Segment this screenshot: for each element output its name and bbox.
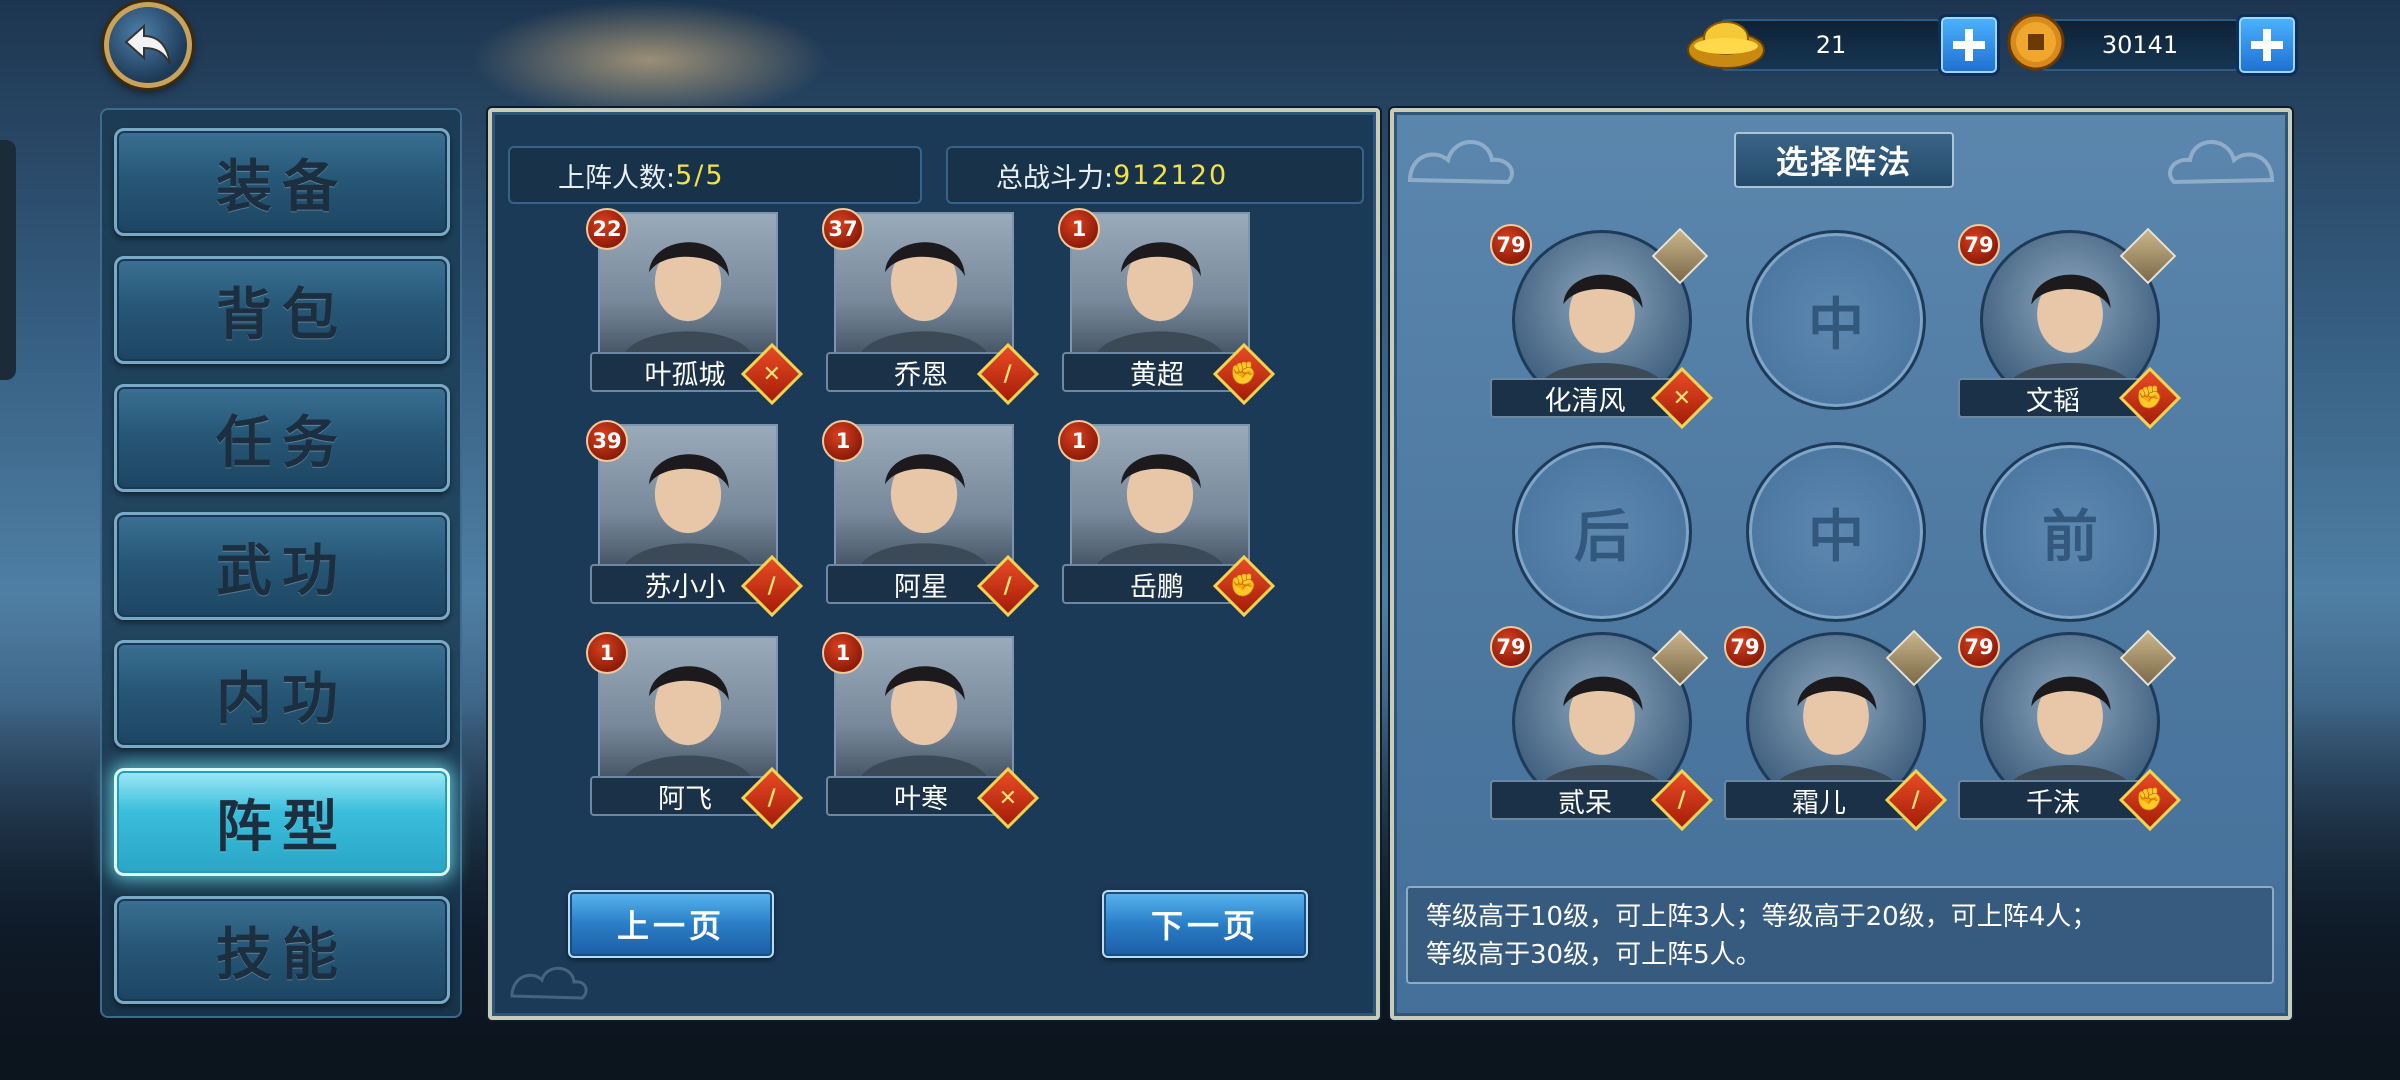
add-coin-button[interactable] (2236, 14, 2298, 76)
rule-line: 等级高于30级，可上阵5人。 (1426, 940, 1762, 970)
formation-panel: 选择阵法 中 后 中 前 79 化清风 ✕ 79 文韬 ✊ 79 贰呆/79 霜儿/79 千沫 ✊ … (1390, 108, 2292, 1020)
prev-page-button[interactable]: 上一页 (568, 890, 774, 958)
formation-hero[interactable]: 79 霜儿 / (1724, 626, 1954, 832)
hero-level-badge: 79 (1490, 224, 1532, 266)
side-menu: 装备 背包 任务 武功 内功 阵型 技能 (100, 108, 462, 1018)
team-count-label: 上阵人数: (558, 162, 676, 194)
hero-level-badge: 39 (586, 420, 628, 462)
formation-slot-empty[interactable]: 前 (1980, 442, 2160, 622)
rule-line: 等级高于10级，可上阵3人；等级高于20级，可上阵4人； (1426, 902, 2098, 932)
plus-icon (2251, 29, 2283, 61)
background-light (470, 0, 830, 120)
side-pull-tab[interactable] (0, 140, 16, 380)
team-count-box: 上阵人数: 5/5 (508, 146, 922, 204)
currency-bar: 21 30141 (1687, 13, 2298, 76)
menu-equipment[interactable]: 装备 (114, 128, 450, 236)
hero-level-badge: 1 (822, 420, 864, 462)
formation-rules: 等级高于10级，可上阵3人；等级高于20级，可上阵4人； 等级高于30级，可上阵… (1406, 886, 2274, 984)
formation-hero[interactable]: 79 化清风 ✕ (1490, 224, 1720, 430)
menu-inner-power[interactable]: 内功 (114, 640, 450, 748)
cloud-ornament-icon (510, 966, 588, 1000)
hero-level-badge: 79 (1958, 626, 2000, 668)
total-power-value: 912120 (1113, 159, 1229, 191)
hero-level-badge: 1 (822, 632, 864, 674)
formation-slot-empty[interactable]: 中 (1746, 230, 1926, 410)
hero-level-badge: 1 (1058, 208, 1100, 250)
roster-hero-card[interactable]: 37 乔恩 / (822, 208, 1040, 406)
gold-ingot-icon (1687, 21, 1765, 69)
cloud-ornament-icon (2168, 140, 2275, 185)
hero-level-badge: 1 (1058, 420, 1100, 462)
hero-level-badge: 37 (822, 208, 864, 250)
roster-hero-card[interactable]: 1 阿星 / (822, 420, 1040, 618)
menu-skills[interactable]: 技能 (114, 896, 450, 1004)
back-button[interactable] (104, 2, 192, 88)
team-count-value: 5/5 (675, 159, 725, 191)
menu-martial-arts[interactable]: 武功 (114, 512, 450, 620)
select-formation-button[interactable]: 选择阵法 (1734, 132, 1954, 188)
hero-level-badge: 1 (586, 632, 628, 674)
menu-formation[interactable]: 阵型 (114, 768, 450, 876)
plus-icon (1953, 29, 1985, 61)
roster-hero-card[interactable]: 39 苏小小 / (586, 420, 804, 618)
roster-hero-card[interactable]: 1 黄超 ✊ (1058, 208, 1276, 406)
menu-backpack[interactable]: 背包 (114, 256, 450, 364)
roster-hero-card[interactable]: 1 叶寒 ✕ (822, 632, 1040, 830)
hero-level-badge: 79 (1490, 626, 1532, 668)
add-gold-button[interactable] (1938, 14, 2000, 76)
coin-amount: 30141 (2040, 19, 2240, 71)
hero-level-badge: 22 (586, 208, 628, 250)
gold-display: 21 (1687, 14, 2000, 76)
roster-hero-card[interactable]: 1 阿飞 / (586, 632, 804, 830)
formation-slot-empty[interactable]: 后 (1512, 442, 1692, 622)
back-arrow-icon (124, 23, 171, 65)
total-power-label: 总战斗力: (996, 162, 1114, 194)
hero-level-badge: 79 (1724, 626, 1766, 668)
cloud-ornament-icon (1407, 140, 1514, 185)
total-power-box: 总战斗力: 912120 (946, 146, 1364, 204)
coin-display: 30141 (2007, 13, 2298, 76)
formation-hero[interactable]: 79 文韬 ✊ (1958, 224, 2188, 430)
menu-tasks[interactable]: 任务 (114, 384, 450, 492)
roster-hero-card[interactable]: 22 叶孤城 ✕ (586, 208, 804, 406)
copper-coin-icon (2007, 13, 2065, 71)
hero-level-badge: 79 (1958, 224, 2000, 266)
formation-hero[interactable]: 79 千沫 ✊ (1958, 626, 2188, 832)
formation-hero[interactable]: 79 贰呆 / (1490, 626, 1720, 832)
next-page-button[interactable]: 下一页 (1102, 890, 1308, 958)
roster-hero-card[interactable]: 1 岳鹏 ✊ (1058, 420, 1276, 618)
roster-panel: 上阵人数: 5/5 总战斗力: 912120 22 叶孤城 ✕ 37 乔恩/1 黄超 ✊ 39… (488, 108, 1380, 1020)
formation-slot-empty[interactable]: 中 (1746, 442, 1926, 622)
